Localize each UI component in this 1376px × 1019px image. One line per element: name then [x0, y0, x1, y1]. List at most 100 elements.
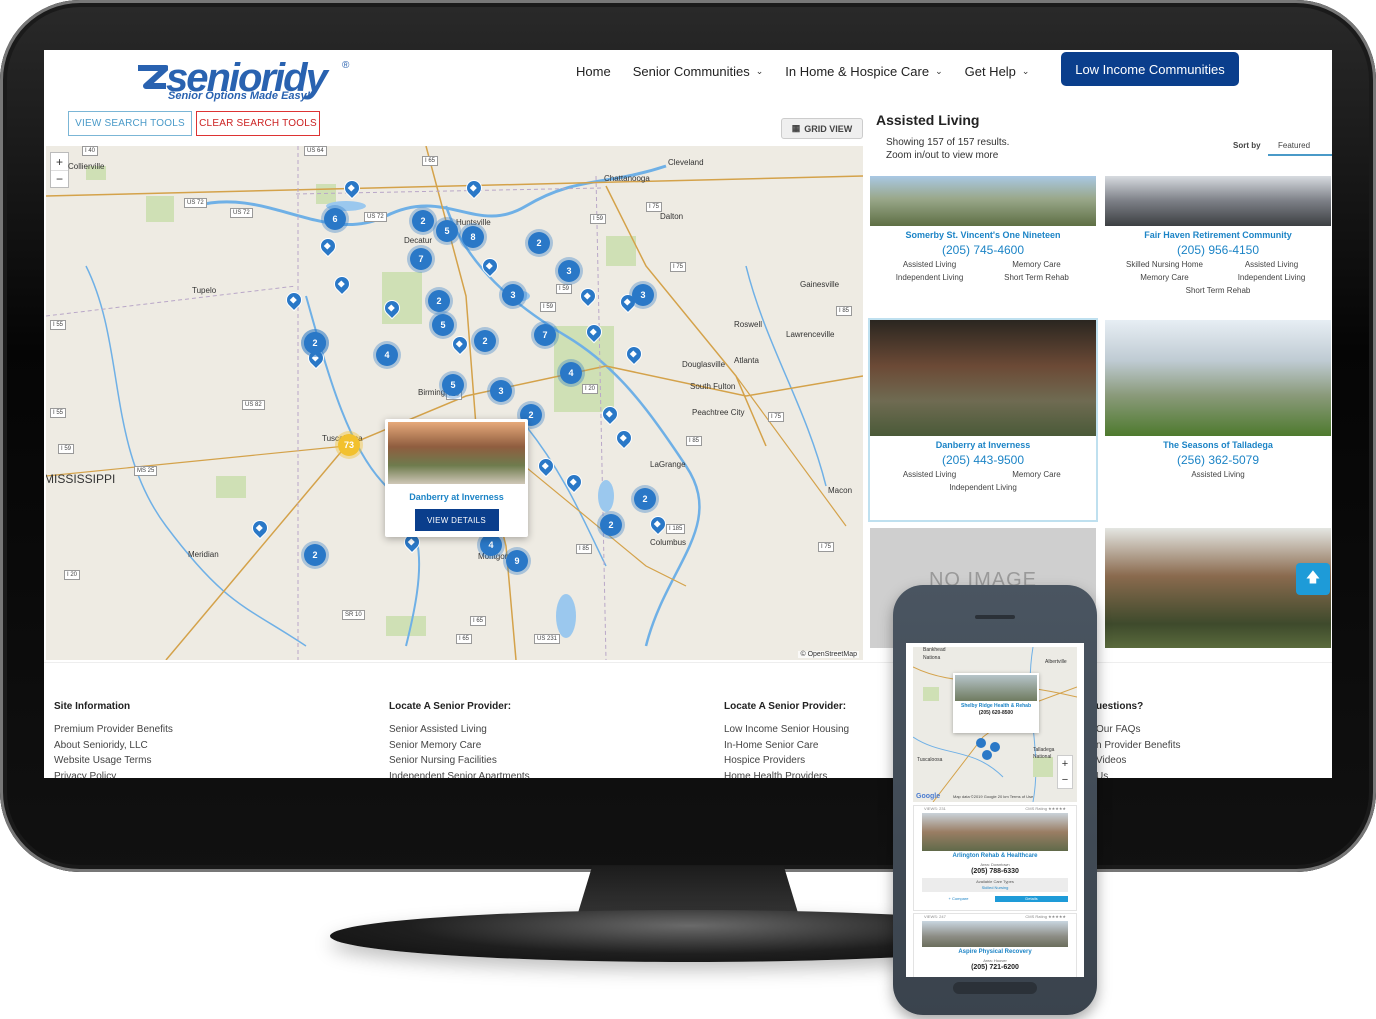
footer-link[interactable]: Us [1096, 769, 1181, 779]
facility-name[interactable]: Fair Haven Retirement Community [1105, 230, 1331, 240]
facility-name[interactable]: The Seasons of Talladega [1105, 440, 1331, 450]
map-cluster[interactable]: 2 [304, 544, 326, 566]
facility-card[interactable]: Danberry at Inverness (205) 443-9500 Ass… [870, 320, 1096, 520]
map-cluster[interactable]: 4 [480, 534, 502, 556]
footer-link[interactable]: Premium Provider Benefits [54, 722, 173, 738]
mobile-popup-name[interactable]: Shelby Ridge Health & Rehab [953, 703, 1039, 709]
view-details-button[interactable]: VIEW DETAILS [414, 509, 499, 531]
facility-phone[interactable]: (205) 443-9500 [870, 453, 1096, 467]
footer-link[interactable]: Home Health Providers [724, 769, 849, 779]
facility-phone[interactable]: (256) 362-5079 [1105, 453, 1331, 467]
grid-view-button[interactable]: ▦ GRID VIEW [781, 118, 863, 139]
low-income-communities-button[interactable]: Low Income Communities [1061, 52, 1239, 86]
footer-link[interactable]: n Provider Benefits [1096, 738, 1181, 754]
mobile-facility-card[interactable]: VIEWS: 247 CMS Rating ★★★★★ Aspire Physi… [913, 913, 1077, 977]
compare-button[interactable]: + Compare [922, 896, 995, 902]
facility-phone[interactable]: (205) 956-4150 [1105, 243, 1331, 257]
map-cluster[interactable]: 5 [436, 220, 458, 242]
map-cluster[interactable]: 2 [528, 232, 550, 254]
facility-name[interactable]: Arlington Rehab & Healthcare [914, 853, 1076, 859]
map-cluster[interactable]: 73 [338, 434, 360, 456]
phone-speaker [975, 615, 1015, 619]
facility-name[interactable]: Danberry at Inverness [870, 440, 1096, 450]
care-type: Memory Care [1140, 273, 1189, 282]
map-cluster[interactable]: 5 [432, 314, 454, 336]
view-search-tools-button[interactable]: VIEW SEARCH TOOLS [68, 111, 192, 136]
road-shield: I 55 [50, 320, 67, 330]
map-label: Meridian [188, 550, 219, 559]
map-cluster[interactable]: 4 [560, 362, 582, 384]
road-shield: US 72 [364, 212, 387, 222]
nav-get-help[interactable]: Get Help ⌄ [965, 64, 1030, 79]
map-cluster[interactable]: 4 [376, 344, 398, 366]
map-label: LaGrange [650, 460, 686, 469]
zoom-in-button[interactable]: + [51, 153, 68, 170]
footer-link[interactable]: Independent Senior Apartments [389, 769, 530, 779]
map-cluster[interactable]: 3 [558, 260, 580, 282]
scroll-to-top-button[interactable]: 🡅 [1296, 563, 1330, 595]
results-map[interactable]: + − Collierville Chattanooga Cleveland D… [46, 146, 863, 660]
facility-phone[interactable]: (205) 745-4600 [870, 243, 1096, 257]
footer-link[interactable]: Low Income Senior Housing [724, 722, 849, 738]
mobile-map-data[interactable]: Map data ©2019 Google 20 km Terms of Use [953, 794, 1033, 799]
footer-link[interactable]: In-Home Senior Care [724, 738, 849, 754]
map-cluster[interactable]: 2 [412, 210, 434, 232]
map-cluster[interactable]: 9 [506, 550, 528, 572]
facility-card[interactable]: Fair Haven Retirement Community (205) 95… [1105, 176, 1331, 312]
mobile-map[interactable]: Bankhead Nationa Albertville Tuscaloosa … [913, 647, 1077, 802]
nav-senior-communities[interactable]: Senior Communities ⌄ [633, 64, 764, 79]
sort-select[interactable]: Featured [1268, 136, 1332, 156]
mobile-zoom-in[interactable]: + [1058, 756, 1072, 772]
map-attribution[interactable]: © OpenStreetMap [798, 651, 859, 658]
facility-phone[interactable]: (205) 721-6200 [914, 964, 1076, 971]
mobile-zoom-out[interactable]: − [1058, 772, 1072, 788]
facility-phone[interactable]: (205) 788-6330 [914, 868, 1076, 875]
map-cluster[interactable]: 2 [474, 330, 496, 352]
map-cluster[interactable]: 3 [502, 284, 524, 306]
map-cluster[interactable]: 7 [410, 248, 432, 270]
map-cluster[interactable]: 2 [634, 488, 656, 510]
map-cluster[interactable]: 6 [324, 208, 346, 230]
footer-link[interactable]: Our FAQs [1096, 722, 1181, 738]
footer-link[interactable]: Senior Assisted Living [389, 722, 530, 738]
zoom-out-button[interactable]: − [51, 170, 68, 187]
map-cluster[interactable]: 7 [534, 324, 556, 346]
mobile-popup-photo [955, 675, 1037, 701]
nav-home[interactable]: Home [576, 64, 611, 79]
footer-link[interactable]: Hospice Providers [724, 753, 849, 769]
road-shield: I 185 [666, 524, 686, 534]
mobile-popup-phone[interactable]: (205) 620-8500 [953, 710, 1039, 716]
footer-link[interactable]: Videos [1096, 753, 1181, 769]
nav-in-home-hospice[interactable]: In Home & Hospice Care ⌄ [785, 64, 942, 79]
footer-link[interactable]: Website Usage Terms [54, 753, 173, 769]
facility-card[interactable]: The Seasons of Talladega (256) 362-5079 … [1105, 320, 1331, 520]
map-zoom-control: + − [50, 152, 69, 188]
mobile-map-label: Nationa [923, 655, 941, 661]
footer-link[interactable]: Senior Nursing Facilities [389, 753, 530, 769]
facility-name[interactable]: Somerby St. Vincent's One Nineteen [870, 230, 1096, 240]
footer-column: Site Information Premium Provider Benefi… [54, 701, 173, 778]
footer-link[interactable]: Senior Memory Care [389, 738, 530, 754]
brand-logo[interactable]: senioridy ® Senior Options Made Easy! [136, 56, 366, 104]
map-cluster[interactable]: 5 [442, 374, 464, 396]
footer-link[interactable]: Privacy Policy [54, 769, 173, 779]
popup-facility-name[interactable]: Danberry at Inverness [385, 492, 528, 502]
mobile-map-popup: Shelby Ridge Health & Rehab (205) 620-85… [953, 673, 1039, 733]
map-label: Macon [828, 486, 853, 495]
road-shield: I 59 [556, 284, 573, 294]
footer-link[interactable]: About Senioridy, LLC [54, 738, 173, 754]
map-cluster[interactable]: 2 [304, 332, 326, 354]
clear-search-tools-button[interactable]: CLEAR SEARCH TOOLS [196, 111, 320, 136]
map-cluster[interactable]: 8 [462, 226, 484, 248]
details-button[interactable]: Details [995, 896, 1068, 902]
map-cluster[interactable]: 2 [428, 290, 450, 312]
map-label: South Fulton [690, 382, 736, 391]
facility-name[interactable]: Aspire Physical Recovery [914, 949, 1076, 955]
map-cluster[interactable]: 2 [600, 514, 622, 536]
mobile-facility-card[interactable]: VIEWS: 231 CMS Rating ★★★★★ Arlington Re… [913, 805, 1077, 911]
map-cluster[interactable]: 3 [632, 284, 654, 306]
facility-card[interactable]: Somerby St. Vincent's One Nineteen (205)… [870, 176, 1096, 312]
map-label: Dalton [660, 212, 684, 221]
mobile-map-label: Tuscaloosa [917, 757, 943, 763]
map-cluster[interactable]: 3 [490, 380, 512, 402]
